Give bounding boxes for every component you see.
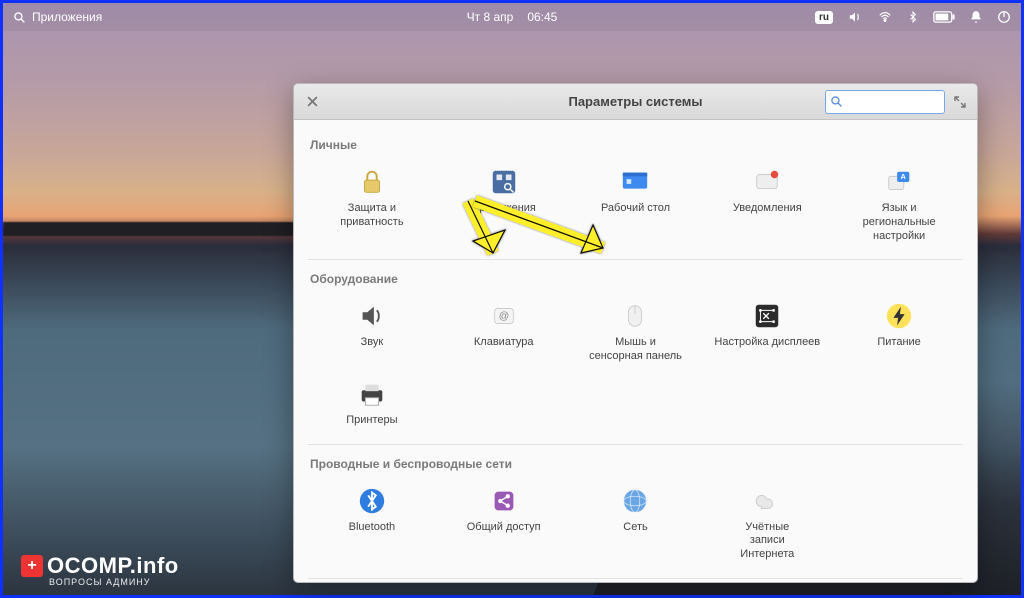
section-title-personal: Личные bbox=[310, 138, 963, 152]
search-icon bbox=[830, 95, 843, 108]
item-sharing[interactable]: Общий доступ bbox=[440, 479, 568, 566]
displays-icon bbox=[749, 298, 785, 334]
mouse-icon bbox=[617, 298, 653, 334]
watermark-plus-icon: + bbox=[21, 555, 43, 577]
battery-icon[interactable] bbox=[933, 11, 955, 23]
share-icon bbox=[486, 483, 522, 519]
maximize-button[interactable] bbox=[951, 93, 969, 111]
applications-label: Приложения bbox=[32, 10, 102, 24]
item-mouse-touchpad[interactable]: Мышь и сенсорная панель bbox=[572, 294, 700, 368]
system-settings-window: Параметры системы Личные Защита и приват… bbox=[293, 83, 978, 583]
keyboard-layout-indicator[interactable]: ru bbox=[815, 11, 833, 24]
power-bolt-icon bbox=[881, 298, 917, 334]
panel-date[interactable]: Чт 8 апр bbox=[467, 10, 514, 24]
item-desktop[interactable]: Рабочий стол bbox=[572, 160, 700, 247]
apps-icon bbox=[486, 164, 522, 200]
watermark: +OCOMP.info ВОПРОСЫ АДМИНУ bbox=[21, 553, 179, 587]
desktop-icon bbox=[617, 164, 653, 200]
speaker-icon bbox=[354, 298, 390, 334]
settings-body: Личные Защита и приватность Приложения bbox=[294, 120, 977, 582]
settings-search-input[interactable] bbox=[843, 95, 933, 109]
watermark-site: OCOMP.info bbox=[47, 553, 179, 578]
panel-time[interactable]: 06:45 bbox=[527, 10, 557, 24]
language-icon: A bbox=[881, 164, 917, 200]
watermark-tagline: ВОПРОСЫ АДМИНУ bbox=[49, 577, 179, 587]
item-online-accounts[interactable]: Учётные записи Интернета bbox=[703, 479, 831, 566]
notifications-icon[interactable] bbox=[969, 9, 983, 25]
lock-icon bbox=[354, 164, 390, 200]
item-notifications[interactable]: Уведомления bbox=[703, 160, 831, 247]
window-title: Параметры системы bbox=[568, 94, 702, 109]
close-button[interactable] bbox=[302, 92, 322, 112]
section-admin: Администрирование Screen Time & Limits Д… bbox=[308, 579, 963, 582]
settings-search[interactable] bbox=[825, 90, 945, 114]
section-personal: Личные Защита и приватность Приложения bbox=[308, 126, 963, 260]
top-panel: Приложения Чт 8 апр 06:45 ru bbox=[3, 3, 1021, 31]
item-applications[interactable]: Приложения bbox=[440, 160, 568, 247]
section-title-network: Проводные и беспроводные сети bbox=[310, 457, 963, 471]
item-sound[interactable]: Звук bbox=[308, 294, 436, 368]
notification-icon bbox=[749, 164, 785, 200]
printer-icon bbox=[354, 376, 390, 412]
volume-icon[interactable] bbox=[847, 10, 863, 24]
titlebar: Параметры системы bbox=[294, 84, 977, 120]
cloud-icon bbox=[749, 483, 785, 519]
applications-launcher[interactable]: Приложения bbox=[13, 10, 102, 24]
svg-text:@: @ bbox=[498, 311, 508, 322]
wifi-icon[interactable] bbox=[877, 10, 893, 24]
item-security-privacy[interactable]: Защита и приватность bbox=[308, 160, 436, 247]
item-bluetooth[interactable]: Bluetooth bbox=[308, 479, 436, 566]
section-title-hardware: Оборудование bbox=[310, 272, 963, 286]
bluetooth-round-icon bbox=[354, 483, 390, 519]
globe-icon bbox=[617, 483, 653, 519]
keyboard-icon: @ bbox=[486, 298, 522, 334]
item-network[interactable]: Сеть bbox=[572, 479, 700, 566]
item-keyboard[interactable]: @ Клавиатура bbox=[440, 294, 568, 368]
item-printers[interactable]: Принтеры bbox=[308, 372, 436, 432]
search-icon bbox=[13, 11, 26, 24]
power-icon[interactable] bbox=[997, 10, 1011, 24]
section-network: Проводные и беспроводные сети Bluetooth … bbox=[308, 445, 963, 579]
svg-text:A: A bbox=[901, 172, 907, 181]
item-language-region[interactable]: A Язык и региональные настройки bbox=[835, 160, 963, 247]
item-power[interactable]: Питание bbox=[835, 294, 963, 368]
item-displays[interactable]: Настройка дисплеев bbox=[703, 294, 831, 368]
bluetooth-icon[interactable] bbox=[907, 9, 919, 25]
section-hardware: Оборудование Звук @ Клавиатура bbox=[308, 260, 963, 444]
